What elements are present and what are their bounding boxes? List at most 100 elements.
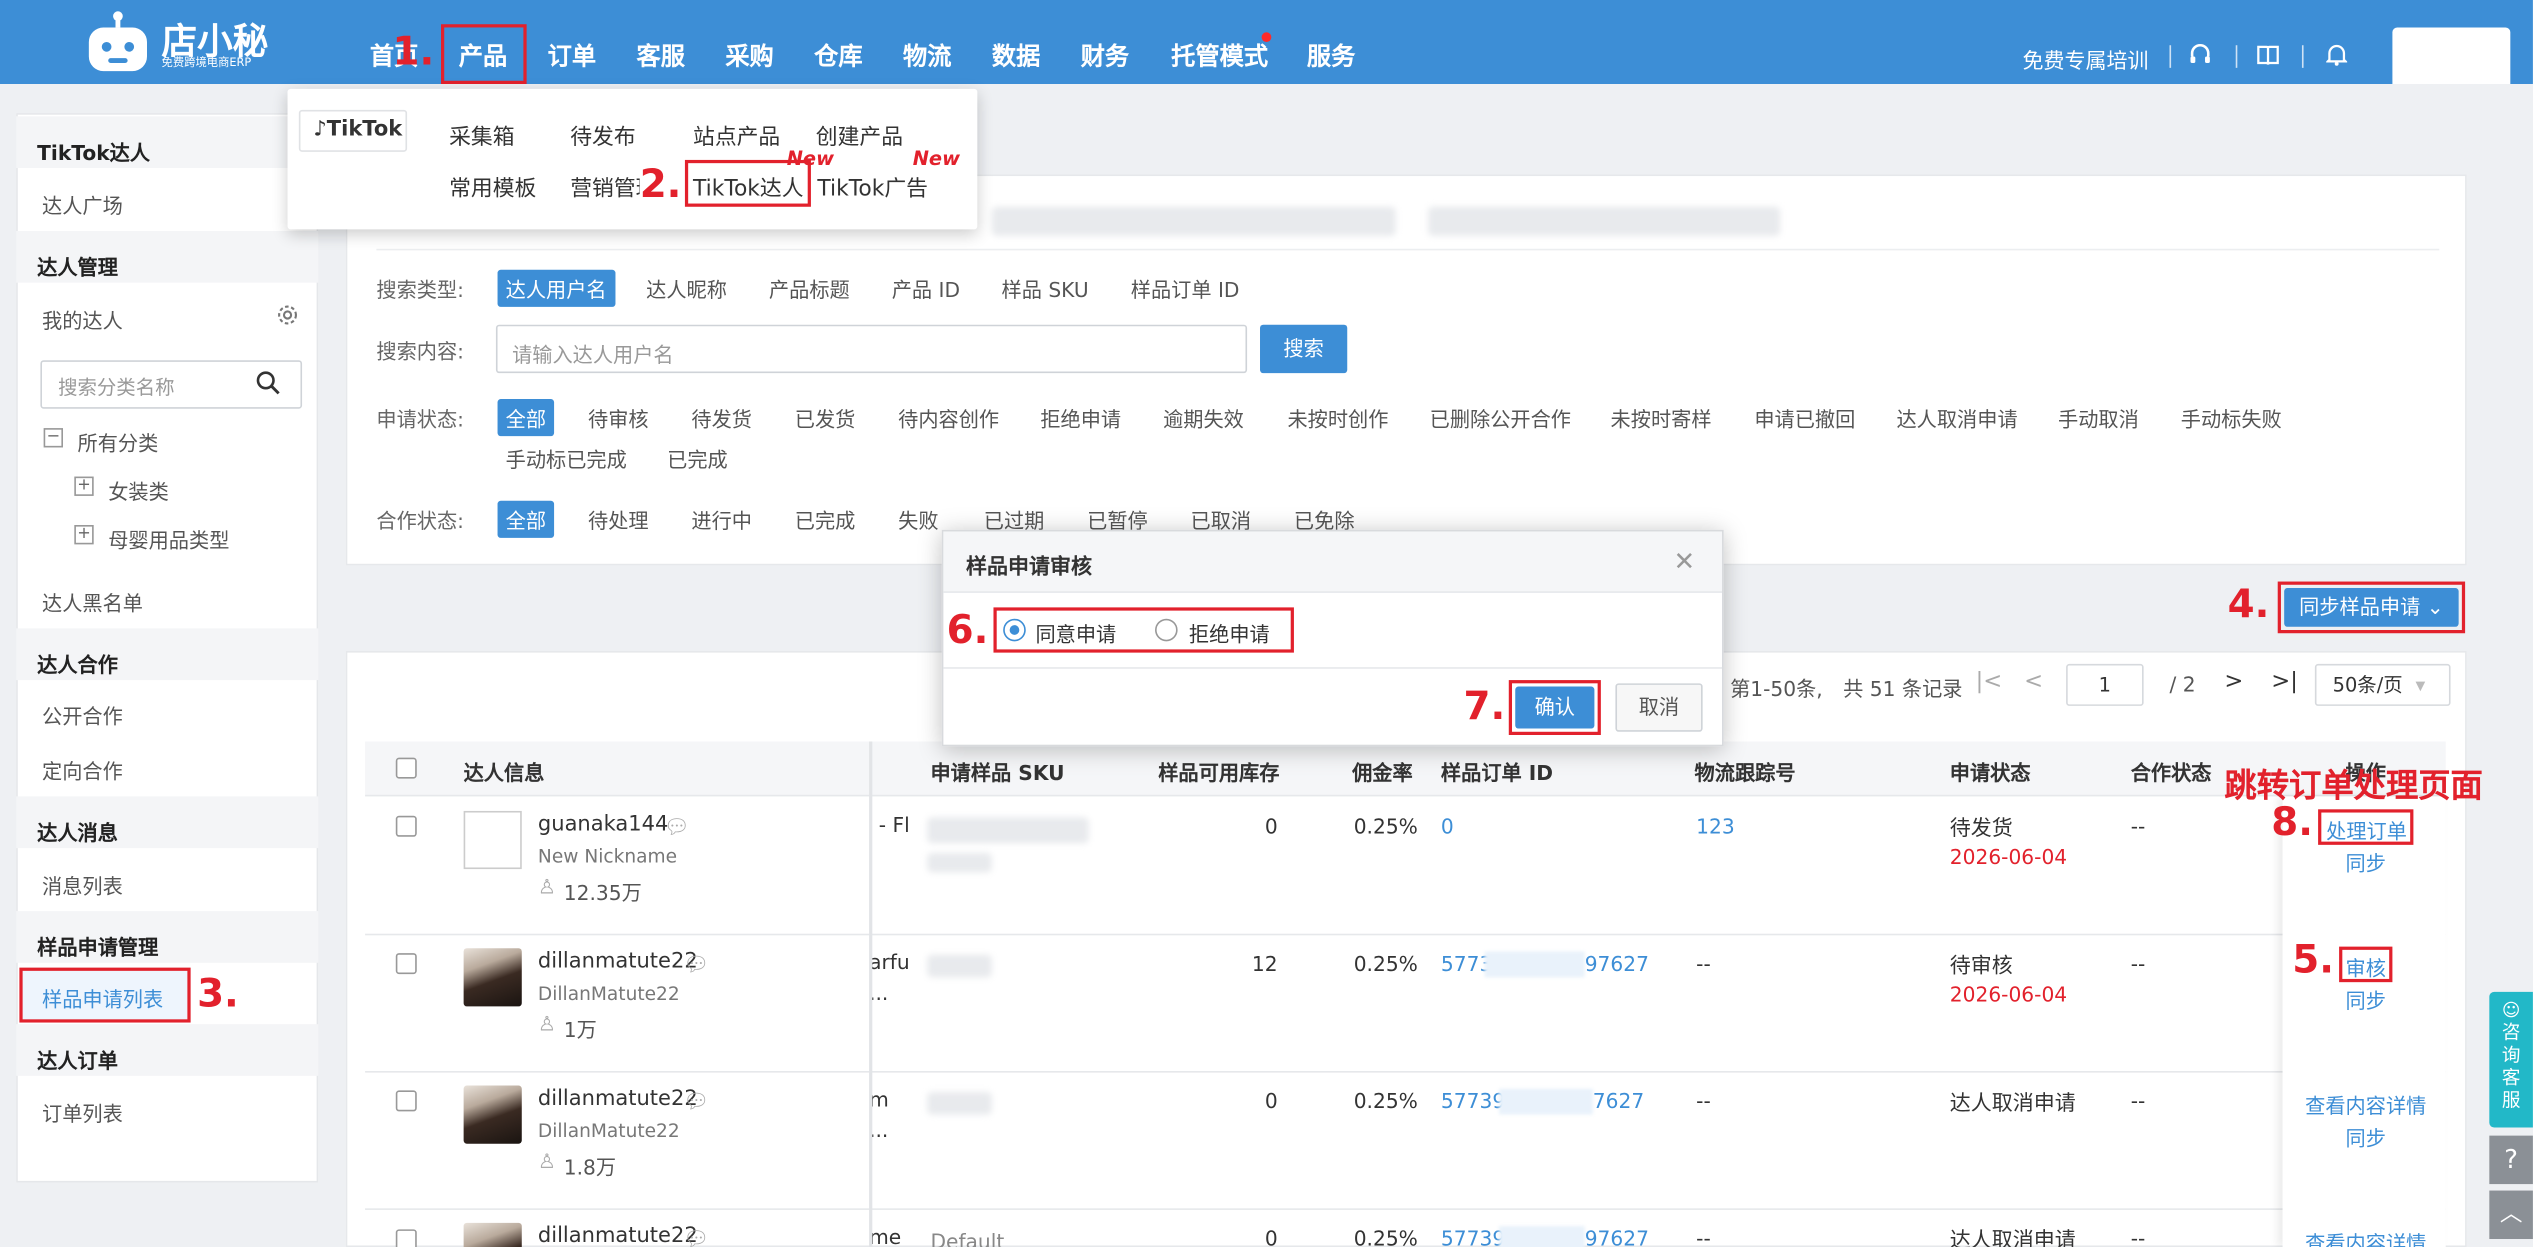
creator-username[interactable]: guanaka144 [538,813,668,837]
tree-collapse-icon[interactable]: − [43,428,64,448]
free-training-link[interactable]: 免费专属培训 [2022,44,2148,74]
tree-item-baby[interactable]: 母婴用品类型 [108,523,229,554]
coop-status-option[interactable]: 进行中 [691,504,752,535]
tree-expand-icon[interactable]: + [74,525,94,545]
back-to-top-icon[interactable]: ︿ [2489,1190,2533,1240]
view-content-link[interactable]: 查看内容详情 [2305,1089,2426,1120]
search-content-input[interactable]: 请输入达人用户名 [495,324,1248,374]
apply-status-option[interactable]: 拒绝申请 [1040,402,1121,433]
gear-icon[interactable] [275,302,301,328]
tree-item-womens[interactable]: 女装类 [108,475,169,506]
creator-username[interactable]: dillanmatute22 [538,950,698,974]
confirm-button[interactable]: 确认 [1515,686,1595,729]
page-number-input[interactable]: 1 [2066,663,2144,706]
search-type-sku[interactable]: 样品 SKU [1002,273,1089,304]
order-id-link[interactable]: 57739 [1441,1226,1505,1247]
menu-collect-box[interactable]: 采集箱 [449,118,514,150]
reject-radio[interactable] [1155,618,1178,642]
row-checkbox[interactable] [395,953,417,975]
apply-status-option[interactable]: 手动取消 [2058,402,2139,433]
nav-purchase[interactable]: 采购 [725,39,773,73]
order-id-link-tail[interactable]: 97627 [1585,951,1649,975]
order-id-link-tail[interactable]: 97627 [1585,1226,1649,1247]
coop-status-all[interactable]: 全部 [497,500,555,538]
menu-site-products[interactable]: 站点产品 [693,118,780,150]
coop-status-option[interactable]: 已完成 [795,504,856,535]
menu-create-product[interactable]: 创建产品 [816,118,903,150]
page-size-select[interactable]: 50条/页 ▾ [2314,663,2451,706]
chat-icon[interactable]: 💬︎ [683,1226,709,1247]
order-id-link-tail[interactable]: 7627 [1593,1089,1644,1113]
tracking-link[interactable]: 123 [1696,814,1735,838]
search-icon[interactable] [255,370,281,396]
search-type-nickname[interactable]: 达人昵称 [646,273,727,304]
apply-status-option[interactable]: 已发货 [795,402,856,433]
apply-status-option[interactable]: 待审核 [588,402,649,433]
menu-pending-publish[interactable]: 待发布 [570,118,635,150]
apply-status-option[interactable]: 待内容创作 [898,402,999,433]
sidebar-item-public-coop[interactable]: 公开合作 [42,699,123,730]
bell-icon[interactable] [2326,44,2348,67]
tiktok-platform-tab[interactable]: ♪TikTok [298,109,408,152]
order-id-link[interactable]: 57739 [1441,1089,1505,1113]
sync-link[interactable]: 同步 [2346,984,2386,1015]
sync-sample-button[interactable]: 同步样品申请 ⌄ [2284,588,2459,627]
apply-status-option[interactable]: 已完成 [667,443,728,474]
sidebar-item-my-creators[interactable]: 我的达人 [42,304,123,335]
view-content-link[interactable]: 查看内容详情 [2305,1226,2426,1247]
sidebar-item-sample-list[interactable]: 样品申请列表 [42,982,163,1013]
close-icon[interactable]: ✕ [1674,546,1696,577]
search-type-product-id[interactable]: 产品 ID [892,273,960,304]
apply-status-option[interactable]: 未按时创作 [1287,402,1388,433]
nav-warehouse[interactable]: 仓库 [814,39,862,73]
book-icon[interactable] [2257,44,2280,67]
search-button[interactable]: 搜索 [1260,324,1348,374]
search-type-product-title[interactable]: 产品标题 [769,273,850,304]
sidebar-item-creator-plaza[interactable]: 达人广场 [42,189,123,220]
tree-root-all[interactable]: 所有分类 [78,426,159,457]
nav-logistics[interactable]: 物流 [903,39,951,73]
coop-status-option[interactable]: 失败 [898,504,938,535]
menu-tiktok-ads[interactable]: TikTok广告 [817,170,928,202]
menu-common-templates[interactable]: 常用模板 [449,170,536,202]
headset-icon[interactable] [2189,44,2212,67]
select-all-checkbox[interactable] [395,757,417,779]
apply-status-option[interactable]: 手动标已完成 [506,443,627,474]
row-checkbox[interactable] [395,1229,417,1247]
creator-username[interactable]: dillanmatute22 [538,1224,698,1247]
nav-service[interactable]: 客服 [636,39,684,73]
apply-status-option[interactable]: 已删除公开合作 [1430,402,1571,433]
sidebar-item-blacklist[interactable]: 达人黑名单 [42,586,143,617]
next-page-icon[interactable]: > [2224,669,2243,695]
process-order-link[interactable]: 处理订单 [2326,814,2407,845]
account-button[interactable] [2392,27,2511,85]
chat-icon[interactable]: 💬︎ [664,814,690,840]
sync-link[interactable]: 同步 [2346,846,2386,877]
creator-username[interactable]: dillanmatute22 [538,1087,698,1111]
apply-status-option[interactable]: 逾期失效 [1163,402,1244,433]
chat-icon[interactable]: 💬︎ [683,951,709,977]
apply-status-option[interactable]: 待发货 [691,402,752,433]
sidebar-item-targeted-coop[interactable]: 定向合作 [42,754,123,785]
nav-finance[interactable]: 财务 [1081,39,1129,73]
search-type-username[interactable]: 达人用户名 [497,269,615,307]
tree-expand-icon[interactable]: + [74,476,94,496]
apply-status-option[interactable]: 达人取消申请 [1896,402,2017,433]
chat-icon[interactable]: 💬︎ [683,1089,709,1115]
reject-label[interactable]: 拒绝申请 [1189,617,1270,648]
sidebar-item-order-list[interactable]: 订单列表 [42,1097,123,1128]
approve-radio[interactable] [1003,618,1026,642]
prev-page-icon[interactable]: < [2024,669,2043,695]
nav-order[interactable]: 订单 [548,39,596,73]
first-page-icon[interactable]: |< [1976,669,2003,695]
review-link[interactable]: 审核 [2346,951,2386,982]
row-checkbox[interactable] [395,815,417,837]
apply-status-option[interactable]: 申请已撤回 [1754,402,1855,433]
menu-tiktok-creator[interactable]: TikTok达人 [693,170,804,202]
sidebar-item-message-list[interactable]: 消息列表 [42,869,123,900]
nav-managed-mode[interactable]: 托管模式 [1171,39,1268,73]
last-page-icon[interactable]: >| [2271,669,2298,695]
cancel-button[interactable]: 取消 [1615,683,1703,732]
nav-data[interactable]: 数据 [992,39,1040,73]
apply-status-all[interactable]: 全部 [497,399,555,437]
